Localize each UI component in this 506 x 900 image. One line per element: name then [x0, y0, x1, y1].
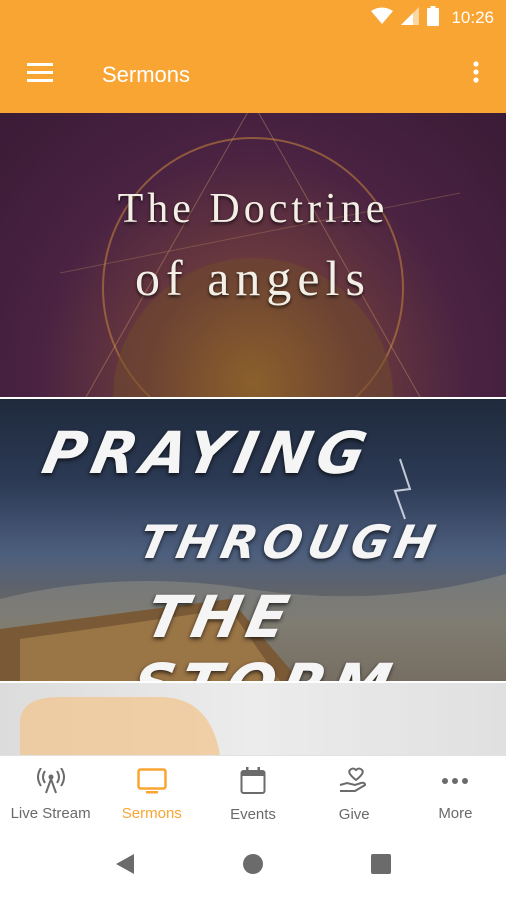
sermon-card-doctrine-of-angels[interactable]: The Doctrine of angels [0, 113, 506, 397]
page-title: Sermons [102, 61, 191, 87]
nav-label: Sermons [121, 804, 182, 822]
third-card-artwork [20, 697, 220, 755]
nav-more[interactable]: More [405, 756, 506, 833]
broadcast-icon [36, 766, 65, 799]
home-button[interactable] [189, 833, 317, 900]
system-nav-bar [0, 833, 506, 900]
bottom-nav: Live Stream Sermons Events Give More [0, 755, 506, 833]
recents-square-icon [371, 854, 391, 879]
overflow-menu-button[interactable] [446, 36, 506, 113]
nav-events[interactable]: Events [202, 756, 303, 833]
back-triangle-icon [115, 853, 135, 880]
status-icons: 10:26 [371, 5, 494, 31]
sermon-list: The Doctrine of angels PRAYING THROUGH T… [0, 113, 506, 755]
battery-icon [427, 5, 440, 31]
menu-button[interactable] [0, 36, 80, 113]
nav-sermons[interactable]: Sermons [101, 756, 202, 833]
sermon-card-third[interactable] [0, 683, 506, 755]
wifi-icon [371, 7, 394, 30]
signal-icon [401, 6, 420, 30]
nav-label: Give [338, 805, 370, 823]
sermon-title-line3: THE STORM [126, 583, 403, 681]
sermon-title-line2: of angels [135, 250, 371, 306]
nav-live-stream[interactable]: Live Stream [0, 756, 101, 833]
give-heart-hand-icon [339, 767, 369, 800]
sermon-title-line2: THROUGH [134, 515, 446, 569]
calendar-icon [240, 766, 266, 800]
sermon-title-line1: PRAYING [36, 419, 379, 487]
more-vert-icon [473, 61, 479, 88]
sermon-card-praying-through-the-storm[interactable]: PRAYING THROUGH THE STORM [0, 399, 506, 681]
nav-label: Events [230, 805, 276, 823]
sermon-title-line1: The Doctrine [117, 186, 389, 232]
tv-icon [137, 767, 167, 799]
recents-button[interactable] [317, 833, 445, 900]
menu-icon [27, 62, 53, 87]
app-bar: Sermons [0, 36, 506, 113]
nav-give[interactable]: Give [304, 756, 405, 833]
nav-label: Live Stream [10, 804, 91, 822]
more-horiz-icon [441, 768, 469, 799]
nav-label: More [438, 804, 473, 822]
status-time: 10:26 [451, 8, 494, 27]
status-bar: 10:26 [0, 0, 506, 36]
back-button[interactable] [61, 833, 189, 900]
home-circle-icon [242, 853, 264, 880]
